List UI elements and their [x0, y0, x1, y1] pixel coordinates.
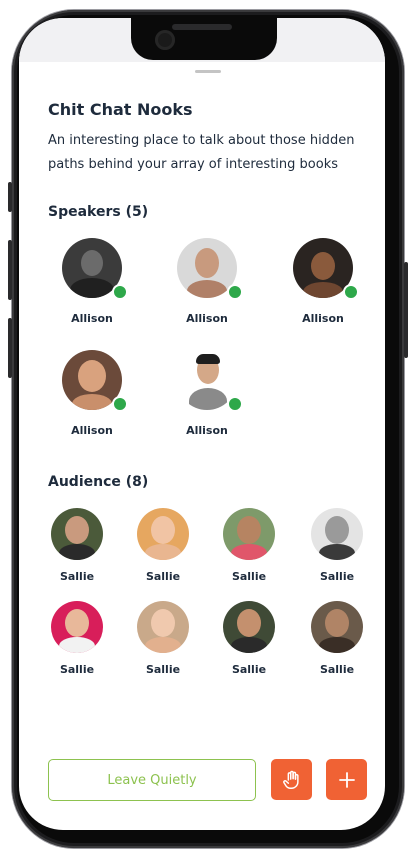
audience-card[interactable]: Sallie: [129, 508, 197, 583]
speaker-card[interactable]: Allison: [165, 350, 249, 437]
speaker-name: Allison: [302, 312, 344, 325]
audience-name: Sallie: [145, 570, 181, 583]
audience-name: Sallie: [319, 663, 355, 676]
avatar: [311, 601, 363, 653]
avatar: [223, 508, 275, 560]
avatar: [62, 350, 128, 412]
speakers-heading: Speakers (5): [48, 204, 149, 220]
audience-name: Sallie: [59, 663, 95, 676]
phone-side-button: [8, 182, 12, 212]
phone-volume-up: [8, 240, 12, 300]
audience-card[interactable]: Sallie: [303, 508, 371, 583]
audience-card[interactable]: Sallie: [215, 601, 283, 676]
audience-name: Sallie: [145, 663, 181, 676]
audience-name: Sallie: [231, 663, 267, 676]
audience-card[interactable]: Sallie: [129, 601, 197, 676]
raise-hand-button[interactable]: [271, 759, 312, 800]
audience-card[interactable]: Sallie: [303, 601, 371, 676]
avatar: [137, 508, 189, 560]
avatar: [62, 238, 128, 300]
online-status-dot: [112, 396, 128, 412]
earpiece: [172, 24, 232, 30]
audience-name: Sallie: [231, 570, 267, 583]
speaker-card[interactable]: Allison: [50, 238, 134, 325]
avatar: [51, 508, 103, 560]
online-status-dot: [227, 396, 243, 412]
avatar: [223, 601, 275, 653]
speaker-card[interactable]: Allison: [165, 238, 249, 325]
front-camera: [155, 30, 175, 50]
audience-name: Sallie: [319, 570, 355, 583]
sheet-drag-handle[interactable]: [195, 70, 221, 73]
app-screen: Chit Chat Nooks An interesting place to …: [19, 18, 385, 830]
phone-volume-down: [8, 318, 12, 378]
online-status-dot: [227, 284, 243, 300]
speaker-name: Allison: [71, 312, 113, 325]
audience-name: Sallie: [59, 570, 95, 583]
raised-hand-icon: [282, 770, 299, 789]
room-description: An interesting place to talk about those…: [48, 133, 355, 172]
phone-power-button: [404, 262, 408, 358]
speaker-card[interactable]: Allison: [50, 350, 134, 437]
audience-heading: Audience (8): [48, 474, 149, 490]
add-button[interactable]: [326, 759, 367, 800]
online-status-dot: [343, 284, 359, 300]
avatar: [177, 350, 243, 412]
avatar: [311, 508, 363, 560]
audience-card[interactable]: Sallie: [215, 508, 283, 583]
speaker-name: Allison: [186, 312, 228, 325]
audience-card[interactable]: Sallie: [43, 601, 111, 676]
avatar: [51, 601, 103, 653]
avatar: [293, 238, 359, 300]
avatar: [177, 238, 243, 300]
speaker-name: Allison: [71, 424, 113, 437]
plus-icon: [338, 771, 355, 788]
speaker-name: Allison: [186, 424, 228, 437]
audience-card[interactable]: Sallie: [43, 508, 111, 583]
room-title: Chit Chat Nooks: [48, 100, 193, 119]
online-status-dot: [112, 284, 128, 300]
leave-quietly-button[interactable]: Leave Quietly: [48, 759, 256, 801]
avatar: [137, 601, 189, 653]
speaker-card[interactable]: Allison: [281, 238, 365, 325]
